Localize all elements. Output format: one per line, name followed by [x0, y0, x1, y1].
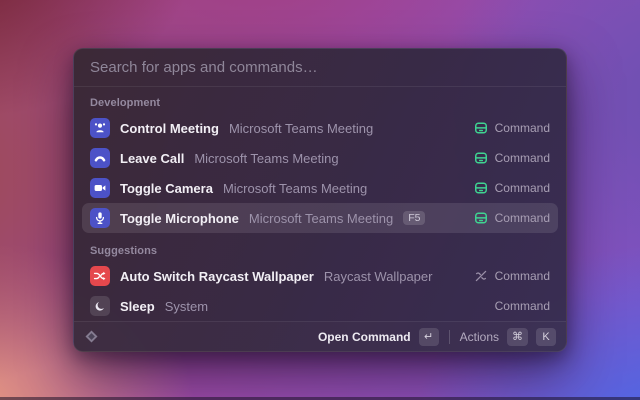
- app-window-green-icon: [474, 211, 488, 225]
- video-camera-icon: [90, 178, 110, 198]
- teams-meeting-people-icon: [90, 118, 110, 138]
- item-type-label: Command: [495, 181, 550, 195]
- list-item-sleep[interactable]: Sleep System Command: [82, 291, 558, 321]
- shuffle-slash-icon: [474, 269, 488, 283]
- item-title: Control Meeting: [120, 121, 219, 136]
- item-title: Auto Switch Raycast Wallpaper: [120, 269, 314, 284]
- list-item-toggle-camera[interactable]: Toggle Camera Microsoft Teams Meeting Co…: [82, 173, 558, 203]
- raycast-logo-icon: [84, 329, 99, 344]
- item-subtitle: Microsoft Teams Meeting: [229, 121, 373, 136]
- item-title: Sleep: [120, 299, 155, 314]
- app-window-green-icon: [474, 121, 488, 135]
- phone-down-icon: [90, 148, 110, 168]
- search-bar: [74, 49, 566, 87]
- k-key-badge: K: [536, 328, 556, 346]
- shuffle-icon: [90, 266, 110, 286]
- item-subtitle: Raycast Wallpaper: [324, 269, 433, 284]
- list-item-auto-switch-wallpaper[interactable]: Auto Switch Raycast Wallpaper Raycast Wa…: [82, 261, 558, 291]
- app-window-green-icon: [474, 181, 488, 195]
- footer-divider: [449, 330, 450, 344]
- list-item-leave-call[interactable]: Leave Call Microsoft Teams Meeting Comma…: [82, 143, 558, 173]
- item-type-label: Command: [495, 299, 550, 313]
- moon-icon: [90, 296, 110, 316]
- section-header-suggestions: Suggestions: [82, 237, 558, 261]
- item-type-label: Command: [495, 211, 550, 225]
- action-bar: Open Command ↵ Actions ⌘ K: [74, 321, 566, 351]
- item-subtitle: System: [165, 299, 208, 314]
- item-subtitle: Microsoft Teams Meeting: [194, 151, 338, 166]
- microphone-icon: [90, 208, 110, 228]
- list-item-toggle-microphone[interactable]: Toggle Microphone Microsoft Teams Meetin…: [82, 203, 558, 233]
- results-list: Development Control Meeting Microsoft Te…: [74, 87, 566, 321]
- actions-menu-label[interactable]: Actions: [460, 330, 499, 344]
- item-subtitle: Microsoft Teams Meeting: [249, 211, 393, 226]
- item-title: Toggle Camera: [120, 181, 213, 196]
- item-type-label: Command: [495, 269, 550, 283]
- search-input[interactable]: [90, 59, 550, 76]
- item-title: Toggle Microphone: [120, 211, 239, 226]
- item-type-label: Command: [495, 121, 550, 135]
- item-type-label: Command: [495, 151, 550, 165]
- item-subtitle: Microsoft Teams Meeting: [223, 181, 367, 196]
- item-title: Leave Call: [120, 151, 184, 166]
- raycast-window: Development Control Meeting Microsoft Te…: [73, 48, 567, 352]
- section-header-development: Development: [82, 89, 558, 113]
- app-window-green-icon: [474, 151, 488, 165]
- primary-action-label[interactable]: Open Command: [318, 330, 411, 344]
- enter-key-badge: ↵: [419, 328, 439, 346]
- list-item-control-meeting[interactable]: Control Meeting Microsoft Teams Meeting …: [82, 113, 558, 143]
- shortcut-badge: F5: [403, 211, 425, 226]
- cmd-key-badge: ⌘: [507, 328, 528, 346]
